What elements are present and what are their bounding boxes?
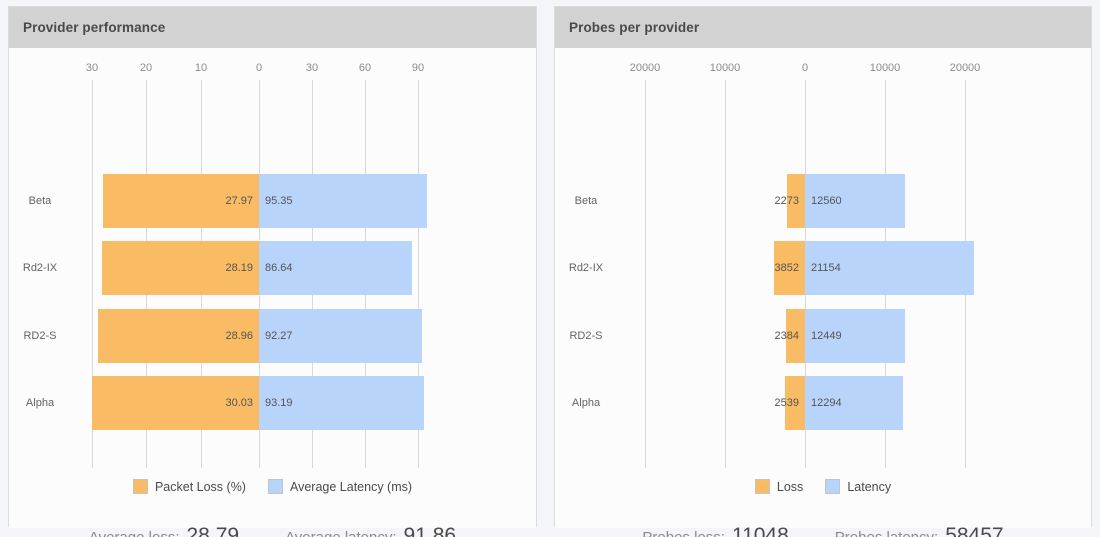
summary-item: Average loss: 28.79 <box>89 524 239 537</box>
chart-probes-per-provider: 20000 10000 0 10000 20000 Beta 2273 12560 Rd2-I… <box>555 48 1091 537</box>
legend-item[interactable]: Average Latency (ms) <box>267 479 413 494</box>
category-label: Beta <box>28 194 52 207</box>
latency-swatch-icon <box>825 479 841 494</box>
bar-value-label: 86.64 <box>265 261 293 274</box>
loss-swatch-icon <box>132 479 148 494</box>
legend-item[interactable]: Loss <box>754 479 804 494</box>
chart-bar-rows: Beta 2273 12560 Rd2-IX 3852 21154 RD2-S 2384 124… <box>555 48 1091 528</box>
panel-header-provider-performance: Provider performance <box>9 7 536 48</box>
bar-latency[interactable]: 12560 <box>805 173 906 228</box>
bar-loss[interactable]: 28.19 <box>102 240 259 295</box>
panel-title: Provider performance <box>23 20 166 35</box>
summary-label: Average latency: <box>285 529 396 537</box>
chart-bar-row: Rd2-IX 28.19 86.64 <box>9 234 536 301</box>
panel-probes-per-provider: Probes per provider 20000 10000 0 10000 2000… <box>554 6 1092 537</box>
bar-value-label: 12449 <box>811 329 842 342</box>
bar-value-label: 2539 <box>774 396 799 409</box>
bar-loss[interactable]: 28.96 <box>97 308 259 363</box>
chart-bar-row: Beta 27.97 95.35 <box>9 167 536 234</box>
chart-bar-row: RD2-S 2384 12449 <box>555 302 1091 369</box>
chart-legend: Packet Loss (%) Average Latency (ms) <box>9 479 536 494</box>
bar-latency[interactable]: 21154 <box>805 240 975 295</box>
bar-latency[interactable]: 86.64 <box>259 240 413 295</box>
bar-latency[interactable]: 12449 <box>805 308 905 363</box>
bar-value-label: 28.19 <box>225 261 253 274</box>
summary-item: Probes latency: 58457 <box>835 524 1004 537</box>
summary-item: Probes loss: 11048 <box>642 524 788 537</box>
bar-loss[interactable]: 2539 <box>775 375 805 430</box>
chart-provider-performance: 30 20 10 0 30 60 90 Beta 27.97 95.35 Rd2-IX 28.19 8… <box>9 48 536 537</box>
chart-bar-row: RD2-S 28.96 92.27 <box>9 302 536 369</box>
chart-bar-rows: Beta 27.97 95.35 Rd2-IX 28.19 86.64 RD2-S 28.96… <box>9 48 536 528</box>
bar-loss[interactable]: 2273 <box>775 173 805 228</box>
chart-bar-row: Beta 2273 12560 <box>555 167 1091 234</box>
bar-value-label: 28.96 <box>225 329 253 342</box>
bar-value-label: 12560 <box>811 194 842 207</box>
bar-value-label: 21154 <box>811 261 841 274</box>
summary-label: Average loss: <box>89 529 180 537</box>
summary-value: 11048 <box>731 524 789 537</box>
dashboard-root: Provider performance 30 20 10 0 30 60 90 Beta 2… <box>0 0 1100 537</box>
bar-value-label: 2384 <box>774 329 799 342</box>
bar-value-label: 27.97 <box>225 194 253 207</box>
bar-value-label: 95.35 <box>265 194 293 207</box>
summary-value: 28.79 <box>186 524 240 537</box>
bar-latency[interactable]: 93.19 <box>259 375 424 430</box>
panel-provider-performance: Provider performance 30 20 10 0 30 60 90 Beta 2… <box>8 6 537 537</box>
category-label: Rd2-IX <box>568 261 604 274</box>
loss-swatch-icon <box>754 479 770 494</box>
summary-label: Probes loss: <box>642 529 725 537</box>
panel-title: Probes per provider <box>569 20 700 35</box>
legend-label: Latency <box>847 479 892 494</box>
category-label: Alpha <box>25 396 55 409</box>
panel-header-probes-per-provider: Probes per provider <box>555 7 1091 48</box>
summary-value: 91.86 <box>403 524 457 537</box>
category-label: Rd2-IX <box>22 261 58 274</box>
summary-item: Average latency: 91.86 <box>285 524 456 537</box>
bar-loss[interactable]: 27.97 <box>103 173 259 228</box>
category-label: RD2-S <box>23 329 57 342</box>
summary-label: Probes latency: <box>835 529 938 537</box>
category-label: Beta <box>574 194 598 207</box>
bar-value-label: 30.03 <box>225 396 253 409</box>
bar-value-label: 2273 <box>774 194 799 207</box>
latency-swatch-icon <box>267 479 283 494</box>
chart-summary: Average loss: 28.79 Average latency: 91.86 <box>9 524 536 537</box>
chart-bar-row: Rd2-IX 3852 21154 <box>555 234 1091 301</box>
chart-bar-row: Alpha 30.03 93.19 <box>9 369 536 436</box>
legend-label: Loss <box>776 479 804 494</box>
legend-item[interactable]: Packet Loss (%) <box>132 479 246 494</box>
category-label: Alpha <box>571 396 601 409</box>
summary-value: 58457 <box>945 524 1004 537</box>
legend-label: Packet Loss (%) <box>154 479 246 494</box>
bar-latency[interactable]: 95.35 <box>259 173 428 228</box>
bar-loss[interactable]: 3852 <box>774 240 805 295</box>
bar-loss[interactable]: 30.03 <box>91 375 259 430</box>
bar-latency[interactable]: 92.27 <box>259 308 422 363</box>
bar-value-label: 12294 <box>811 396 842 409</box>
bar-latency[interactable]: 12294 <box>805 375 904 430</box>
bar-value-label: 92.27 <box>265 329 293 342</box>
legend-item[interactable]: Latency <box>825 479 891 494</box>
chart-legend: Loss Latency <box>555 479 1091 494</box>
bar-value-label: 3852 <box>774 261 799 274</box>
category-label: RD2-S <box>569 329 603 342</box>
chart-bar-row: Alpha 2539 12294 <box>555 369 1091 436</box>
bar-value-label: 93.19 <box>265 396 293 409</box>
chart-summary: Probes loss: 11048 Probes latency: 58457 <box>555 524 1091 537</box>
legend-label: Average Latency (ms) <box>289 479 413 494</box>
bar-loss[interactable]: 2384 <box>775 308 805 363</box>
